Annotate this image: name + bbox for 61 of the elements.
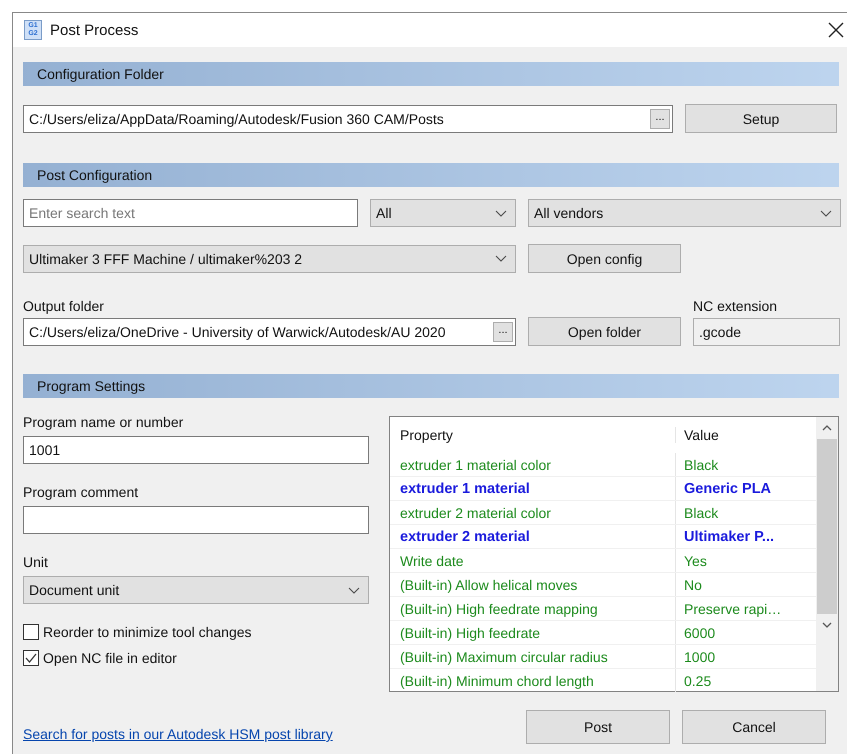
comment-field[interactable]	[23, 506, 369, 534]
browse-button[interactable]: ...	[493, 322, 513, 342]
table-cell-text: No	[683, 576, 703, 592]
table-cell: (Built-in) Maximum circular radius	[390, 645, 676, 668]
cancel-button[interactable]: Cancel	[682, 710, 826, 744]
section-header: Configuration Folder	[23, 62, 839, 86]
scroll-up-icon[interactable]	[822, 425, 832, 431]
table-cell: Write date	[390, 549, 676, 572]
machine-dropdown[interactable]: Ultimaker 3 FFF Machine / ultimaker%203 2	[23, 244, 516, 272]
table-cell-text: Black	[683, 456, 720, 472]
scroll-down-icon[interactable]	[822, 622, 832, 628]
scrollbar-thumb[interactable]	[817, 439, 837, 614]
chevron-icon	[820, 210, 832, 216]
table-cell-text: 6000	[683, 624, 716, 640]
post-button[interactable]: Post	[526, 710, 670, 744]
chevron-icon	[495, 255, 507, 262]
table-cell-text: 1000	[683, 648, 716, 664]
checkbox-label[interactable]: Reorder to minimize tool changes	[43, 624, 252, 640]
table-cell: extruder 2 material	[390, 525, 676, 548]
browse-button[interactable]: ...	[650, 108, 670, 128]
program-name-field[interactable]: 1001	[23, 436, 369, 464]
section-header: Program Settings	[23, 374, 839, 398]
setup-button[interactable]: Setup	[685, 104, 837, 133]
output-folder-field[interactable]: C:/Users/eliza/OneDrive - University of Warwick/Autodesk/AU 2020 ...	[23, 318, 516, 346]
field-label: Program comment	[23, 484, 140, 500]
table-cell: (Built-in) Minimum chord length	[390, 669, 676, 692]
table-cell: (Built-in) High feedrate	[390, 621, 676, 644]
table-cell: (Built-in) Allow helical moves	[390, 573, 676, 596]
table-cell-text: 0.25	[683, 672, 712, 688]
checkbox[interactable]	[23, 650, 39, 666]
unit-dropdown[interactable]: Document unit	[23, 576, 369, 604]
table-cell-text: Yes	[683, 552, 708, 568]
table-cell: (Built-in) High feedrate mapping	[390, 597, 676, 620]
vendor-dropdown[interactable]: All vendors	[528, 199, 841, 227]
table-cell-text: Preserve rapi…	[683, 600, 782, 616]
table-cell: extruder 1 material color	[390, 453, 676, 476]
path-field[interactable]: C:/Users/eliza/AppData/Roaming/Autodesk/Fusion 360 CAM/Posts ...	[23, 104, 673, 132]
column-header[interactable]: Property	[390, 427, 676, 443]
field-label: Unit	[23, 554, 49, 570]
close-icon[interactable]	[828, 22, 844, 38]
extension-field[interactable]: .gcode	[693, 318, 840, 346]
table-cell: extruder 1 material	[390, 477, 676, 500]
section-header: Post Configuration	[23, 163, 839, 187]
search-field[interactable]: Enter search text	[23, 199, 358, 227]
open-config-button[interactable]: Open config	[528, 244, 681, 273]
checkbox-label[interactable]: Open NC file in editor	[43, 650, 177, 666]
table-cell: extruder 2 material color	[390, 501, 676, 524]
field-label: Program name or number	[23, 414, 184, 430]
chevron-icon	[495, 210, 507, 216]
checkbox[interactable]	[23, 624, 39, 640]
table-cell-text: Ultimaker P...	[683, 528, 776, 544]
chevron-icon	[348, 586, 360, 594]
type-dropdown[interactable]: All	[370, 199, 516, 227]
column-header[interactable]: Value	[676, 427, 816, 443]
open-folder-button[interactable]: Open folder	[528, 317, 681, 346]
post-library-link[interactable]: Search for posts in our Autodesk HSM post library	[23, 726, 526, 742]
table-cell-text: Black	[683, 504, 720, 520]
field-label: Output folder	[23, 298, 105, 314]
table-cell-text: Generic PLA	[683, 480, 772, 496]
window-title: Post Process	[50, 22, 138, 38]
field-label: NC extension	[693, 298, 778, 314]
